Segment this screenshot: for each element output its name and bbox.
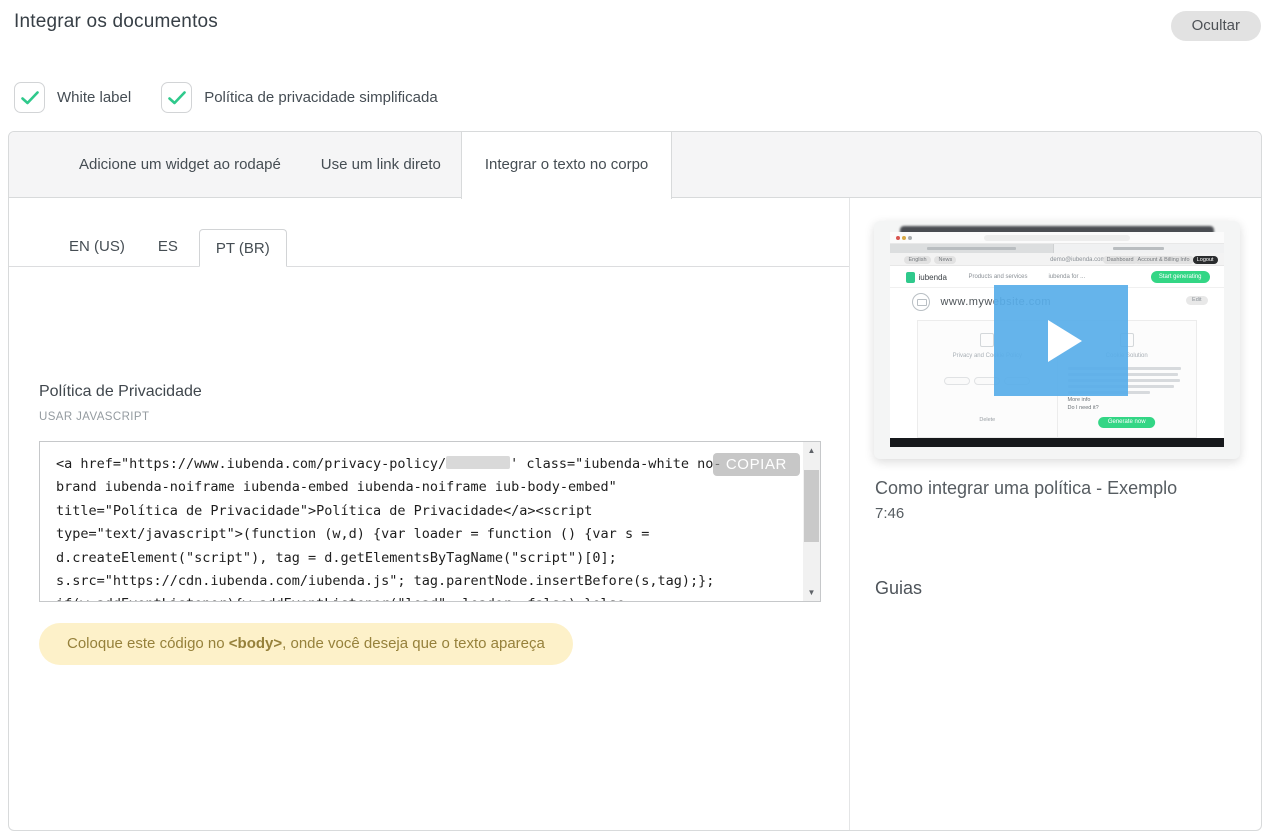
white-label-label: White label <box>57 89 131 106</box>
logout-pill: Logout <box>1193 256 1218 264</box>
document-icon <box>980 333 994 347</box>
embed-code-text: <a href="https://www.iubenda.com/privacy… <box>40 442 803 601</box>
redacted-policy-id <box>446 456 510 469</box>
simplified-policy-checkbox[interactable] <box>161 82 192 113</box>
help-sidebar: English News demo@iubenda.com Dashboard … <box>849 198 1261 830</box>
language-tabs: EN (US) ES PT (BR) <box>9 229 849 267</box>
embed-method-tabs: Adicione um widget ao rodapé Use um link… <box>9 132 1261 198</box>
white-label-checkbox[interactable] <box>14 82 45 113</box>
language-pill: English <box>904 256 930 264</box>
tab-embed-body[interactable]: Integrar o texto no corpo <box>461 132 672 199</box>
browser-toolbar <box>890 232 1223 244</box>
browser-tabs <box>890 244 1223 253</box>
check-icon <box>21 91 39 105</box>
account-bar: English News demo@iubenda.com Dashboard … <box>890 253 1223 266</box>
start-generating-button: Start generating <box>1151 271 1210 283</box>
embed-panel: Adicione um widget ao rodapé Use um link… <box>8 131 1262 831</box>
embed-code-textarea[interactable]: <a href="https://www.iubenda.com/privacy… <box>39 441 821 602</box>
edit-pill: Edit <box>1186 296 1207 305</box>
traffic-light-yellow <box>902 236 906 240</box>
video-duration: 7:46 <box>875 505 904 522</box>
more-info-link: More info <box>1068 397 1091 403</box>
method-label: USAR JAVASCRIPT <box>39 411 149 423</box>
placement-notice: Coloque este código no <body>, onde você… <box>39 623 573 665</box>
traffic-light-red <box>896 236 900 240</box>
do-i-need-it-link: Do I need it? <box>1068 405 1099 411</box>
nav-products: Products and services <box>968 274 1027 280</box>
account-email: demo@iubenda.com <box>1050 257 1105 263</box>
options-row: White label Política de privacidade simp… <box>14 82 456 113</box>
simplified-policy-label: Política de privacidade simplificada <box>204 89 437 106</box>
browser-tab-right <box>1054 244 1224 253</box>
scroll-up-arrow-icon[interactable]: ▲ <box>803 442 820 459</box>
embed-content: EN (US) ES PT (BR) Política de Privacida… <box>9 198 849 830</box>
lang-tab-pt-br[interactable]: PT (BR) <box>199 229 287 267</box>
news-pill: News <box>934 256 956 264</box>
tab-widget-footer[interactable]: Adicione um widget ao rodapé <box>59 132 301 198</box>
video-thumbnail[interactable]: English News demo@iubenda.com Dashboard … <box>874 221 1240 459</box>
tab-direct-link[interactable]: Use um link direto <box>301 132 461 198</box>
generate-now-button: Generate now <box>1098 417 1156 428</box>
billing-pill: Account & Billing Info <box>1134 256 1194 264</box>
monitor-icon <box>912 293 930 311</box>
iubenda-logo-text: iubenda <box>918 273 946 282</box>
lang-tab-es[interactable]: ES <box>146 228 190 266</box>
play-button[interactable] <box>994 285 1128 396</box>
nav-iubenda-for: iubenda for ... <box>1048 274 1085 280</box>
dock-bar <box>890 438 1223 447</box>
scroll-down-arrow-icon[interactable]: ▼ <box>803 584 820 601</box>
iubenda-logo-icon <box>906 272 915 283</box>
page-title: Integrar os documentos <box>14 11 218 33</box>
traffic-light-gray <box>908 236 912 240</box>
play-icon <box>1048 320 1082 362</box>
browser-url-bar <box>984 235 1131 241</box>
browser-tab-left <box>890 244 1053 253</box>
lang-tab-en-us[interactable]: EN (US) <box>57 228 137 266</box>
video-title: Como integrar uma política - Exemplo <box>875 478 1177 499</box>
copy-button[interactable]: COPIAR <box>713 453 800 476</box>
delete-label: Delete <box>918 417 1056 423</box>
guides-heading: Guias <box>875 578 922 599</box>
document-title: Política de Privacidade <box>39 383 202 401</box>
hide-button[interactable]: Ocultar <box>1171 11 1261 41</box>
dashboard-pill: Dashboard <box>1103 256 1138 264</box>
scrollbar-thumb[interactable] <box>804 470 819 542</box>
check-icon <box>168 91 186 105</box>
code-scrollbar[interactable]: ▲ ▼ <box>803 442 820 601</box>
